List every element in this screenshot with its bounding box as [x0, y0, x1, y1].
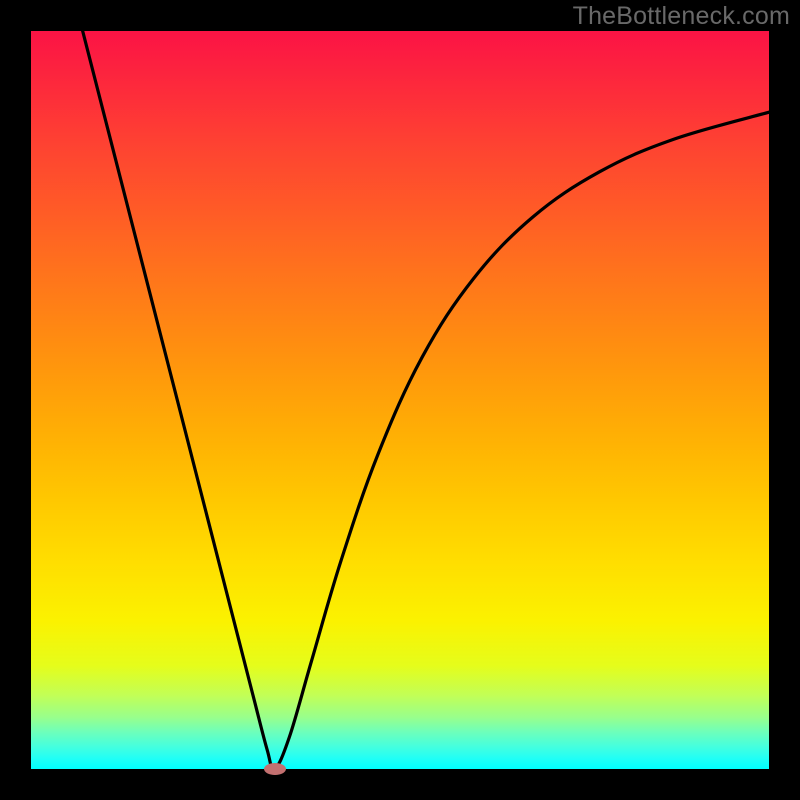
plot-area	[31, 31, 769, 769]
minimum-marker	[264, 763, 286, 775]
bottleneck-curve	[83, 31, 769, 769]
curve-layer	[31, 31, 769, 769]
watermark-text: TheBottleneck.com	[573, 2, 790, 31]
chart-frame: TheBottleneck.com	[0, 0, 800, 800]
